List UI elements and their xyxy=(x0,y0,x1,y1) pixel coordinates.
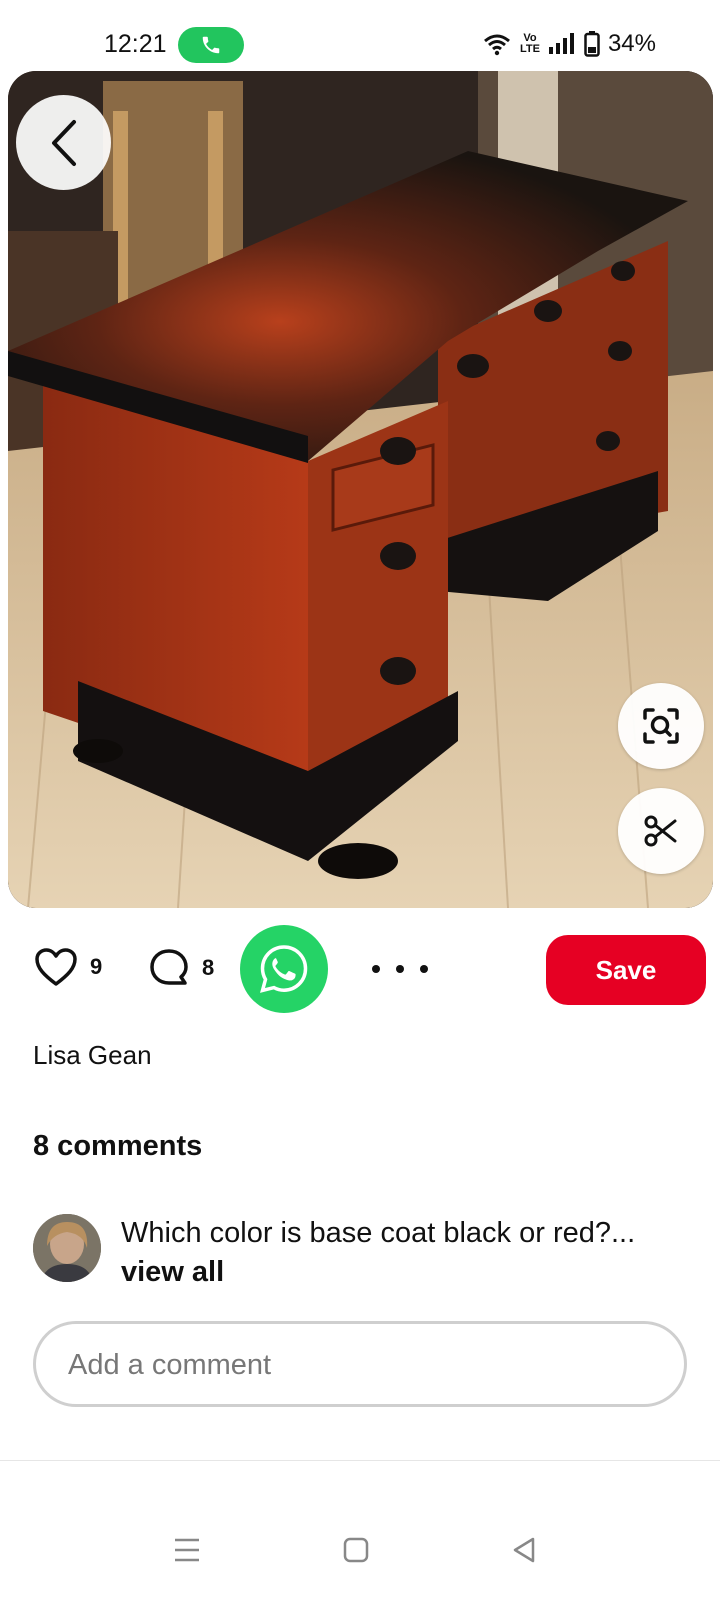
chevron-left-icon xyxy=(51,119,76,166)
status-bar: 12:21 Vo LTE 34% xyxy=(0,0,720,70)
visual-search-button[interactable] xyxy=(618,683,704,769)
comment-bubble-icon xyxy=(150,949,188,985)
battery-icon xyxy=(584,31,600,57)
ongoing-call-indicator[interactable] xyxy=(178,27,244,63)
square-home-icon xyxy=(343,1537,369,1563)
comment-body: Which color is base coat black or red?..… xyxy=(121,1217,636,1249)
back-button[interactable] xyxy=(16,95,111,190)
menu-icon xyxy=(175,1538,199,1562)
recent-apps-button[interactable] xyxy=(157,1520,217,1580)
divider xyxy=(0,1460,720,1461)
system-navigation-bar xyxy=(0,1520,720,1600)
like-button[interactable]: 9 xyxy=(34,947,102,987)
pin-actions: 9 8 Save xyxy=(0,925,720,1015)
status-time: 12:21 xyxy=(104,30,167,58)
volte-indicator: Vo LTE xyxy=(520,33,540,55)
more-dot xyxy=(420,965,428,973)
home-button[interactable] xyxy=(326,1520,386,1580)
pin-author-name[interactable]: Lisa Gean xyxy=(33,1040,152,1071)
commenter-avatar[interactable] xyxy=(33,1214,101,1282)
visual-search-icon xyxy=(643,708,679,744)
comment-button[interactable]: 8 xyxy=(148,947,214,989)
comments-heading: 8 comments xyxy=(33,1130,203,1162)
more-options-button[interactable] xyxy=(372,949,428,989)
cutout-button[interactable] xyxy=(618,788,704,874)
volte-bottom-label: LTE xyxy=(519,43,540,55)
system-back-button[interactable] xyxy=(494,1520,554,1580)
whatsapp-icon xyxy=(260,945,308,993)
comment-count: 8 xyxy=(202,955,215,980)
pin-image[interactable] xyxy=(8,71,713,908)
status-indicators: Vo LTE 34% xyxy=(482,30,656,58)
comment-preview-text: Which color is base coat black or red?..… xyxy=(121,1214,681,1292)
signal-icon xyxy=(548,33,574,54)
save-button[interactable]: Save xyxy=(546,935,706,1005)
comment-input[interactable] xyxy=(66,1324,660,1406)
share-whatsapp-button[interactable] xyxy=(240,925,328,1013)
view-all-comments-link[interactable]: view all xyxy=(121,1256,224,1288)
scissors-icon xyxy=(644,815,677,847)
phone-icon xyxy=(202,36,220,54)
wifi-icon xyxy=(484,34,510,56)
like-count: 9 xyxy=(90,954,103,979)
add-comment-field[interactable] xyxy=(33,1321,687,1407)
more-dot xyxy=(372,965,380,973)
heart-icon xyxy=(35,948,77,986)
triangle-back-icon xyxy=(513,1537,535,1563)
battery-percentage: 34% xyxy=(607,30,656,57)
more-dot xyxy=(396,965,404,973)
